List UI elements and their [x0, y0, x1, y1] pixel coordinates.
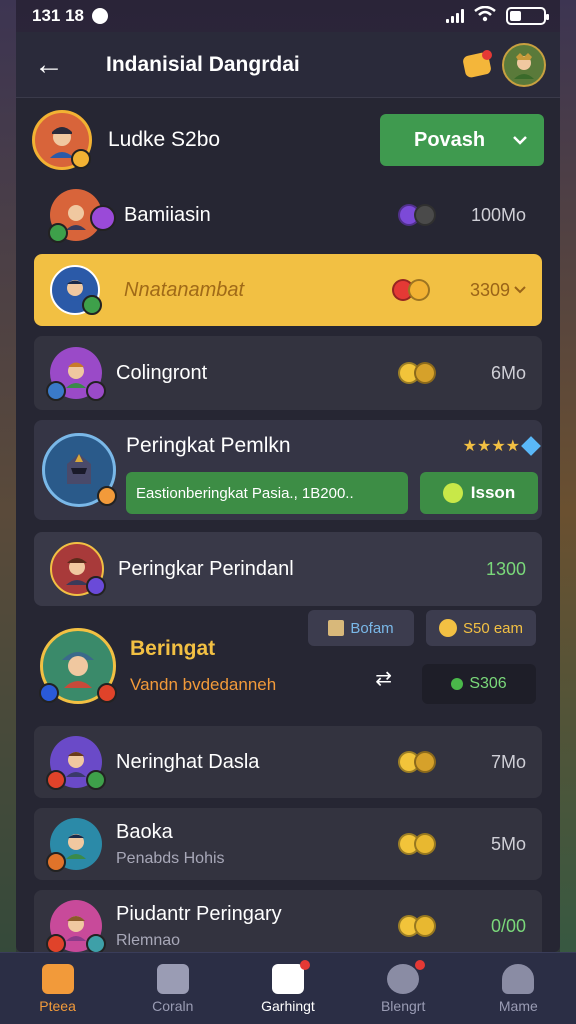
player-score: 7Mo: [490, 751, 526, 772]
user-avatar[interactable]: [502, 42, 546, 87]
player-name: Peringkar Perindanl: [118, 557, 294, 580]
diamond-icon: [521, 436, 541, 456]
puzzle-icon[interactable]: [460, 48, 494, 82]
page-title: Indanisial Dangrdai: [106, 52, 300, 76]
app-frame: ← Indanisial Dangrdai Ludke S2bo Povash …: [16, 32, 560, 962]
knight-avatar: [42, 433, 117, 507]
back-arrow-icon[interactable]: ←: [34, 48, 76, 82]
profile-name: Ludke S2bo: [108, 128, 221, 151]
player-score: 5Mo: [490, 833, 526, 854]
event-amount: S306: [422, 664, 536, 704]
nav-profile[interactable]: Mame: [470, 963, 566, 1014]
profile-row: Ludke S2bo Povash: [16, 98, 560, 182]
background-right: [560, 0, 576, 1024]
signal-icon: [446, 9, 464, 23]
event-card[interactable]: Beringat Vandn bvdedanneh Bofam S50 eam …: [34, 610, 542, 716]
nav-label: Mame: [498, 997, 538, 1014]
player-score: 3309: [450, 280, 526, 301]
player-name: Colingront: [116, 361, 208, 384]
rating-stars: ★★★★: [463, 436, 541, 456]
list-item[interactable]: Peringkar Perindanl 1300: [34, 532, 542, 606]
list-item[interactable]: Colingront 6Mo: [34, 336, 542, 410]
player-subtitle: Rlemnao: [116, 931, 181, 949]
player-subtitle: Penabds Hohis: [116, 849, 225, 867]
list-item[interactable]: Bamiiasin 100Mo: [34, 182, 542, 248]
check-icon: [442, 483, 463, 503]
status-time: 131 18: [32, 6, 84, 25]
coin-icon: [398, 204, 436, 226]
featured-rank-card[interactable]: Peringkat Pemlkn ★★★★ Eastionberingkat P…: [34, 420, 542, 520]
player-avatar: [50, 542, 106, 596]
player-name: Bamiiasin: [124, 203, 211, 226]
chat-icon: [387, 959, 426, 994]
player-avatar: [46, 347, 106, 401]
nav-label: Pteea: [39, 997, 76, 1014]
shield-icon: [271, 959, 310, 994]
nav-shield[interactable]: Garhingt: [240, 959, 336, 1014]
featured-title: Peringkat Pemlkn: [126, 434, 291, 457]
status-bar: 131 18: [0, 0, 576, 32]
player-name: Nnatanambat: [124, 278, 245, 301]
nav-box[interactable]: Coraln: [125, 963, 221, 1014]
coin-icon: [398, 751, 436, 773]
nav-label: Garhingt: [261, 997, 315, 1014]
player-name: Baoka: [116, 820, 173, 843]
join-button[interactable]: Isson: [420, 472, 538, 514]
player-score: 0/00: [490, 915, 526, 936]
battery-icon: [506, 7, 549, 25]
player-avatar: [50, 265, 102, 315]
event-avatar: [39, 628, 117, 704]
coin-icon: [398, 833, 436, 855]
player-score: 6Mo: [490, 362, 526, 383]
player-score: 1300: [485, 558, 526, 579]
coin-icon: [392, 279, 430, 301]
featured-subtitle-bar: Eastionberingkat Pasia., 1B200..: [126, 472, 408, 514]
nav-home[interactable]: Pteea: [10, 963, 106, 1014]
event-chip[interactable]: Bofam: [308, 610, 414, 646]
filter-dropdown[interactable]: Povash: [380, 114, 544, 166]
player-avatar: [46, 900, 106, 954]
profile-avatar[interactable]: [32, 110, 92, 170]
player-name: Piudantr Peringary: [116, 902, 282, 925]
bottom-nav: Pteea Coraln Garhingt Blengrt Mame: [0, 952, 576, 1024]
list-item-highlighted[interactable]: Nnatanambat 3309: [34, 254, 542, 326]
swap-icon[interactable]: ⇄: [375, 666, 392, 691]
check-coin-icon: [438, 619, 457, 637]
person-icon: [502, 963, 535, 994]
box-icon: [156, 963, 189, 994]
player-name: Neringhat Dasla: [116, 750, 260, 773]
chevron-down-icon: [513, 136, 527, 145]
player-avatar: [46, 736, 106, 790]
background-left: [0, 0, 16, 1024]
chevron-down-icon: [514, 286, 526, 294]
ranking-list: Bamiiasin 100Mo Nnatanambat 3309 Colingr…: [16, 182, 560, 962]
list-item[interactable]: Baoka Penabds Hohis 5Mo: [34, 808, 542, 880]
coin-icon: [398, 915, 436, 937]
gem-icon: [451, 678, 464, 690]
player-avatar: [46, 818, 102, 872]
battery-level: [510, 11, 522, 21]
home-icon: [41, 963, 74, 994]
nav-label: Coraln: [152, 997, 194, 1014]
nav-chat[interactable]: Blengrt: [355, 959, 451, 1014]
header: ← Indanisial Dangrdai: [16, 32, 560, 98]
list-item[interactable]: Neringhat Dasla 7Mo: [34, 726, 542, 798]
wifi-icon: [474, 5, 496, 27]
nav-label: Blengrt: [380, 997, 426, 1014]
coin-icon: [398, 362, 436, 384]
event-chip[interactable]: S50 eam: [426, 610, 536, 646]
scroll-icon: [328, 620, 345, 636]
player-score: 100Mo: [470, 204, 526, 225]
notification-icon: [92, 8, 108, 24]
player-avatar: [48, 189, 116, 243]
dropdown-label: Povash: [414, 128, 486, 151]
